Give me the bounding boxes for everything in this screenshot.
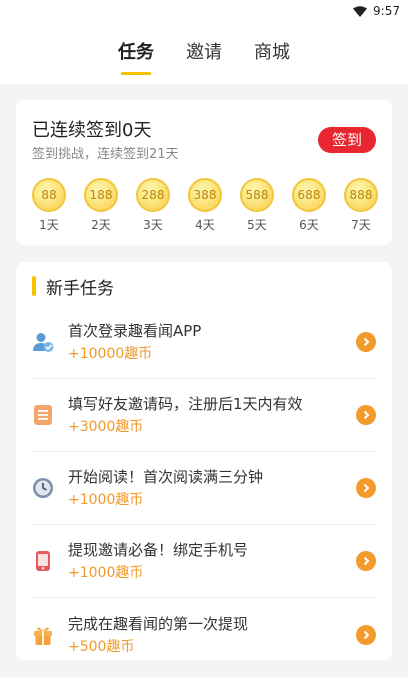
- checkin-day: 288 3天: [134, 178, 172, 233]
- tab-mall[interactable]: 商城: [254, 22, 290, 84]
- day-label: 3天: [143, 218, 163, 232]
- coin-icon: 188: [84, 178, 118, 212]
- tab-tasks[interactable]: 任务: [118, 22, 154, 84]
- checkin-card: 已连续签到0天 签到挑战，连续签到21天 签到 88 1天 188 2天 288…: [16, 100, 392, 245]
- status-time: 9:57: [373, 4, 400, 18]
- checkin-days: 88 1天 188 2天 288 3天 388 4天 588 5天 688 6天…: [30, 178, 380, 233]
- day-label: 6天: [299, 218, 319, 232]
- checkin-day: 888 7天: [342, 178, 380, 233]
- task-row-bind-phone[interactable]: 提现邀请必备！绑定手机号 +1000趣币: [30, 525, 378, 598]
- user-check-icon: [32, 331, 54, 353]
- checkin-day: 88 1天: [30, 178, 68, 233]
- task-title: 完成在趣看闻的第一次提现: [68, 614, 249, 633]
- task-reward: +500趣币: [68, 638, 135, 655]
- task-title: 填写好友邀请码，注册后1天内有效: [68, 395, 303, 413]
- coin-icon: 888: [344, 178, 378, 212]
- checkin-day: 188 2天: [82, 178, 120, 233]
- task-list: 首次登录趣看闻APP +10000趣币 填写好友邀请码，注册后1天内有效 +30…: [16, 306, 392, 671]
- task-reward: +3000趣币: [68, 419, 144, 435]
- chevron-right-icon[interactable]: [356, 551, 376, 571]
- tasks-header-title: 新手任务: [46, 278, 114, 299]
- coin-icon: 688: [292, 178, 326, 212]
- checkin-day: 588 5天: [238, 178, 276, 233]
- task-reward: +1000趣币: [68, 492, 144, 508]
- coin-icon: 388: [188, 178, 222, 212]
- chevron-right-icon[interactable]: [356, 332, 376, 352]
- newbie-tasks-card: 新手任务 首次登录趣看闻APP +10000趣币 填写好友邀请码，注册后1天内有…: [16, 262, 392, 660]
- chevron-right-icon[interactable]: [356, 624, 376, 645]
- day-label: 7天: [351, 218, 371, 232]
- gift-icon: [32, 624, 54, 646]
- day-label: 4天: [195, 218, 215, 232]
- task-row-first-withdraw[interactable]: 完成在趣看闻的第一次提现 +500趣币: [30, 598, 378, 671]
- day-label: 2天: [91, 218, 111, 232]
- tab-invite[interactable]: 邀请: [186, 22, 222, 84]
- task-row-first-read[interactable]: 开始阅读！首次阅读满三分钟 +1000趣币: [30, 452, 378, 525]
- coin-icon: 88: [32, 178, 66, 212]
- wifi-icon: [353, 5, 368, 17]
- chevron-right-icon[interactable]: [356, 478, 376, 498]
- checkin-button[interactable]: 签到: [318, 127, 376, 153]
- task-row-login[interactable]: 首次登录趣看闻APP +10000趣币: [30, 306, 378, 379]
- document-icon: [32, 404, 54, 426]
- task-title: 提现邀请必备！绑定手机号: [68, 541, 249, 559]
- task-row-invite-code[interactable]: 填写好友邀请码，注册后1天内有效 +3000趣币: [30, 379, 378, 452]
- task-reward: +1000趣币: [68, 565, 144, 581]
- tasks-header: 新手任务: [16, 272, 392, 300]
- phone-icon: [32, 550, 54, 572]
- checkin-day: 388 4天: [186, 178, 224, 233]
- coin-icon: 588: [240, 178, 274, 212]
- status-bar: 9:57: [0, 0, 408, 22]
- task-title: 开始阅读！首次阅读满三分钟: [68, 468, 264, 486]
- day-label: 5天: [247, 218, 267, 232]
- task-reward: +10000趣币: [68, 346, 153, 362]
- checkin-subtitle: 签到挑战，连续签到21天: [32, 147, 179, 162]
- coin-icon: 288: [136, 178, 170, 212]
- checkin-title: 已连续签到0天: [32, 120, 152, 141]
- chevron-right-icon[interactable]: [356, 405, 376, 425]
- clock-icon: [32, 477, 54, 499]
- task-title: 首次登录趣看闻APP: [68, 322, 202, 340]
- top-nav: 任务 邀请 商城: [0, 22, 408, 84]
- day-label: 1天: [39, 218, 59, 232]
- header-accent-bar: [32, 276, 36, 296]
- checkin-day: 688 6天: [290, 178, 328, 233]
